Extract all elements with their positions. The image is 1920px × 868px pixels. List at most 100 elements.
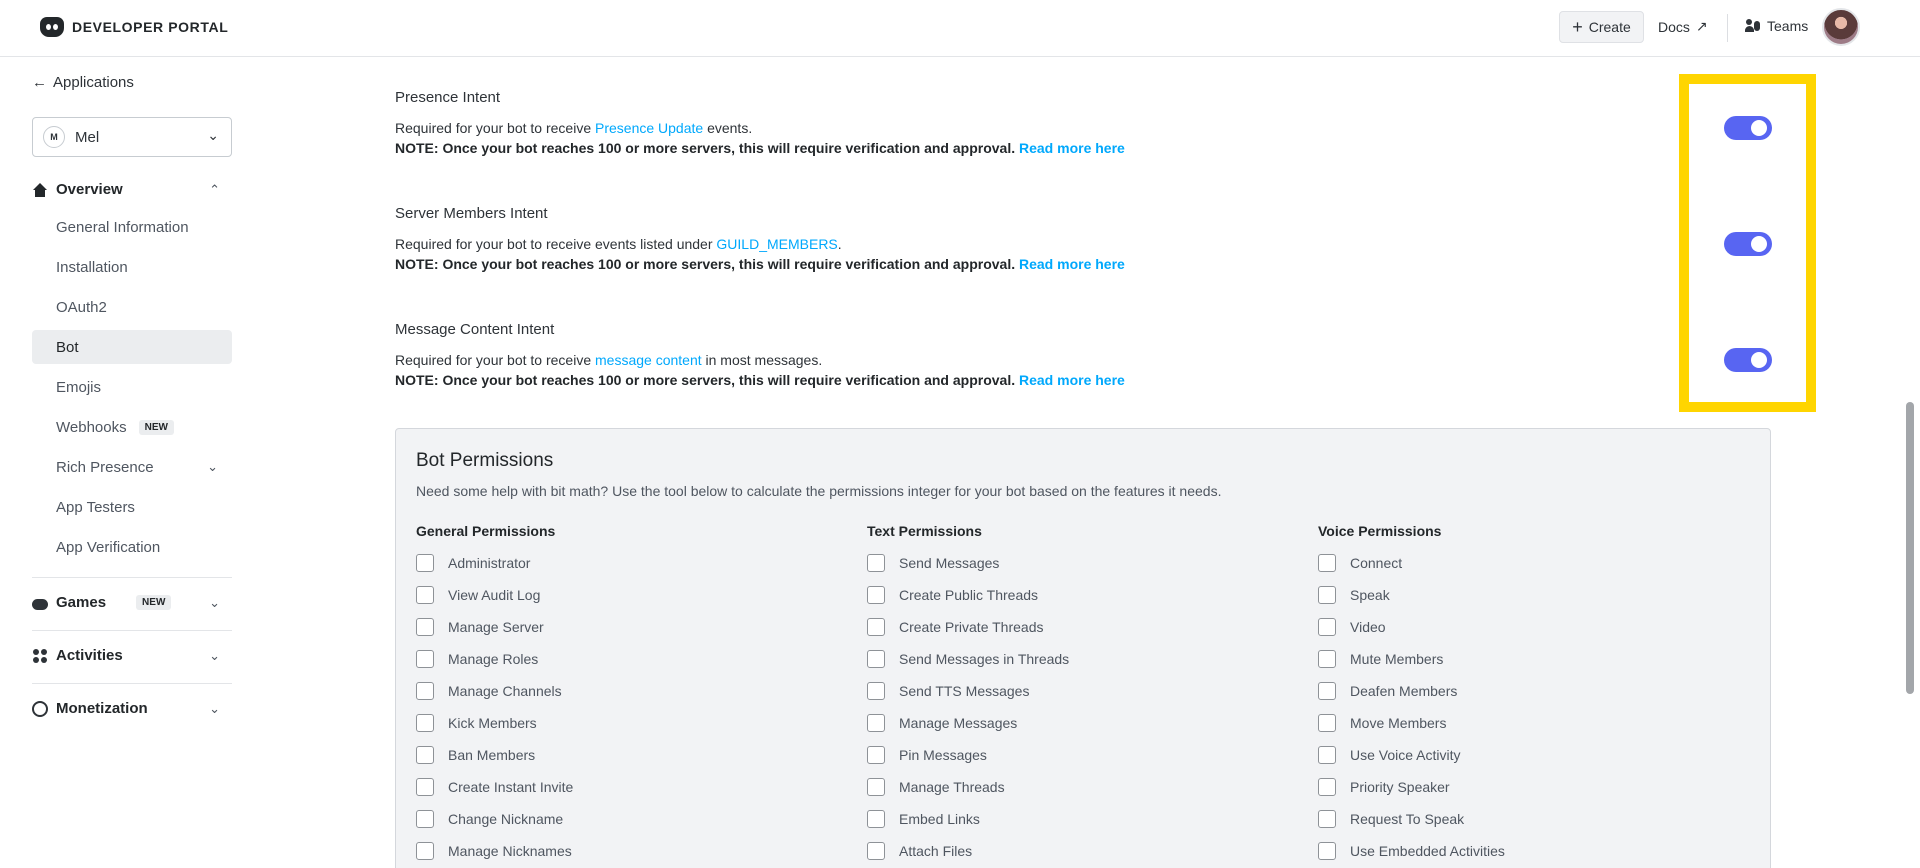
permission-label: Ban Members [448,747,536,763]
create-button[interactable]: + Create [1559,11,1644,43]
app-badge: M [43,126,65,148]
checkbox[interactable] [416,554,434,572]
checkbox[interactable] [416,778,434,796]
checkbox[interactable] [867,650,885,668]
checkbox[interactable] [867,842,885,860]
permission-checkbox-row[interactable]: Manage Threads [867,771,1267,803]
sidebar-item-app-verification[interactable]: App Verification [32,530,232,564]
sidebar-item-webhooks[interactable]: Webhooks NEW [32,410,232,444]
permission-checkbox-row[interactable]: Send Messages [867,547,1267,579]
permission-checkbox-row[interactable]: Embed Links [867,803,1267,835]
checkbox[interactable] [416,810,434,828]
sidebar-section-monetization[interactable]: Monetization ⌄ [32,700,220,717]
read-more-link[interactable]: Read more here [1019,372,1125,388]
sidebar-item-app-testers[interactable]: App Testers [32,490,232,524]
checkbox[interactable] [416,650,434,668]
checkbox[interactable] [416,842,434,860]
new-badge: NEW [136,595,172,610]
checkbox[interactable] [1318,618,1336,636]
checkbox[interactable] [1318,778,1336,796]
permission-checkbox-row[interactable]: Manage Roles [416,643,816,675]
permission-checkbox-row[interactable]: Manage Channels [416,675,816,707]
permission-checkbox-row[interactable]: Speak [1318,579,1718,611]
permission-checkbox-row[interactable]: Manage Server [416,611,816,643]
checkbox[interactable] [1318,682,1336,700]
sidebar-item-general-information[interactable]: General Information [32,210,232,244]
permission-checkbox-row[interactable]: Create Instant Invite [416,771,816,803]
checkbox[interactable] [1318,714,1336,732]
checkbox[interactable] [416,618,434,636]
permission-checkbox-row[interactable]: Create Public Threads [867,579,1267,611]
checkbox[interactable] [867,618,885,636]
checkbox[interactable] [416,682,434,700]
permission-checkbox-row[interactable]: Connect [1318,547,1718,579]
docs-link[interactable]: Docs ↗ [1658,18,1708,35]
checkbox[interactable] [1318,842,1336,860]
permission-label: Manage Threads [899,779,1005,795]
permission-label: Create Public Threads [899,587,1039,603]
presence-intent-toggle[interactable] [1724,116,1772,140]
checkbox[interactable] [1318,746,1336,764]
permission-checkbox-row[interactable]: Request To Speak [1318,803,1718,835]
header-divider [1727,14,1728,42]
sidebar-item-oauth2[interactable]: OAuth2 [32,290,232,324]
checkbox[interactable] [416,586,434,604]
permission-checkbox-row[interactable]: Change Nickname [416,803,816,835]
checkbox[interactable] [1318,650,1336,668]
read-more-link[interactable]: Read more here [1019,140,1125,156]
application-selector[interactable]: M Mel ⌄ [32,117,232,157]
permission-checkbox-row[interactable]: Pin Messages [867,739,1267,771]
sidebar-item-installation[interactable]: Installation [32,250,232,284]
checkbox[interactable] [867,810,885,828]
permission-checkbox-row[interactable]: Deafen Members [1318,675,1718,707]
checkbox[interactable] [867,714,885,732]
permission-checkbox-row[interactable]: Move Members [1318,707,1718,739]
sidebar-section-activities[interactable]: Activities ⌄ [32,647,220,664]
permission-checkbox-row[interactable]: Create Private Threads [867,611,1267,643]
intent-desc-text: events. [703,120,753,136]
checkbox[interactable] [867,746,885,764]
read-more-link[interactable]: Read more here [1019,256,1125,272]
user-avatar[interactable] [1822,8,1860,46]
server-members-intent-toggle[interactable] [1724,232,1772,256]
checkbox[interactable] [1318,554,1336,572]
portal-logo[interactable]: DEVELOPER PORTAL [40,17,228,37]
permission-checkbox-row[interactable]: Video [1318,611,1718,643]
checkbox[interactable] [416,746,434,764]
permission-checkbox-row[interactable]: Manage Messages [867,707,1267,739]
checkbox[interactable] [416,714,434,732]
external-link-icon: ↗ [1695,18,1708,34]
permission-checkbox-row[interactable]: Send Messages in Threads [867,643,1267,675]
sidebar-item-emojis[interactable]: Emojis [32,370,232,404]
chevron-down-icon: ⌄ [209,594,220,610]
checkbox[interactable] [1318,810,1336,828]
checkbox[interactable] [867,554,885,572]
message-content-intent-toggle[interactable] [1724,348,1772,372]
intent-title: Message Content Intent [395,321,555,338]
checkbox[interactable] [867,682,885,700]
permission-checkbox-row[interactable]: Attach Files [867,835,1267,867]
checkbox[interactable] [1318,586,1336,604]
sidebar-section-games[interactable]: Games NEW ⌄ [32,594,220,611]
permission-checkbox-row[interactable]: Ban Members [416,739,816,771]
permission-checkbox-row[interactable]: Send TTS Messages [867,675,1267,707]
sidebar-item-bot[interactable]: Bot [32,330,232,364]
permission-checkbox-row[interactable]: Administrator [416,547,816,579]
permission-checkbox-row[interactable]: Mute Members [1318,643,1718,675]
permission-checkbox-row[interactable]: View Audit Log [416,579,816,611]
checkbox[interactable] [867,586,885,604]
sidebar-item-rich-presence[interactable]: Rich Presence ⌄ [32,450,232,484]
message-content-link[interactable]: message content [595,352,702,368]
permission-checkbox-row[interactable]: Kick Members [416,707,816,739]
scrollbar-thumb[interactable] [1906,402,1914,694]
presence-update-link[interactable]: Presence Update [595,120,703,136]
guild-members-link[interactable]: GUILD_MEMBERS [716,236,837,252]
back-to-applications-link[interactable]: ← Applications [32,74,134,91]
permission-checkbox-row[interactable]: Use Embedded Activities [1318,835,1718,867]
checkbox[interactable] [867,778,885,796]
teams-link[interactable]: Teams [1745,18,1808,34]
permission-checkbox-row[interactable]: Use Voice Activity [1318,739,1718,771]
sidebar-section-overview[interactable]: Overview ⌃ [32,181,220,198]
permission-checkbox-row[interactable]: Priority Speaker [1318,771,1718,803]
permission-checkbox-row[interactable]: Manage Nicknames [416,835,816,867]
